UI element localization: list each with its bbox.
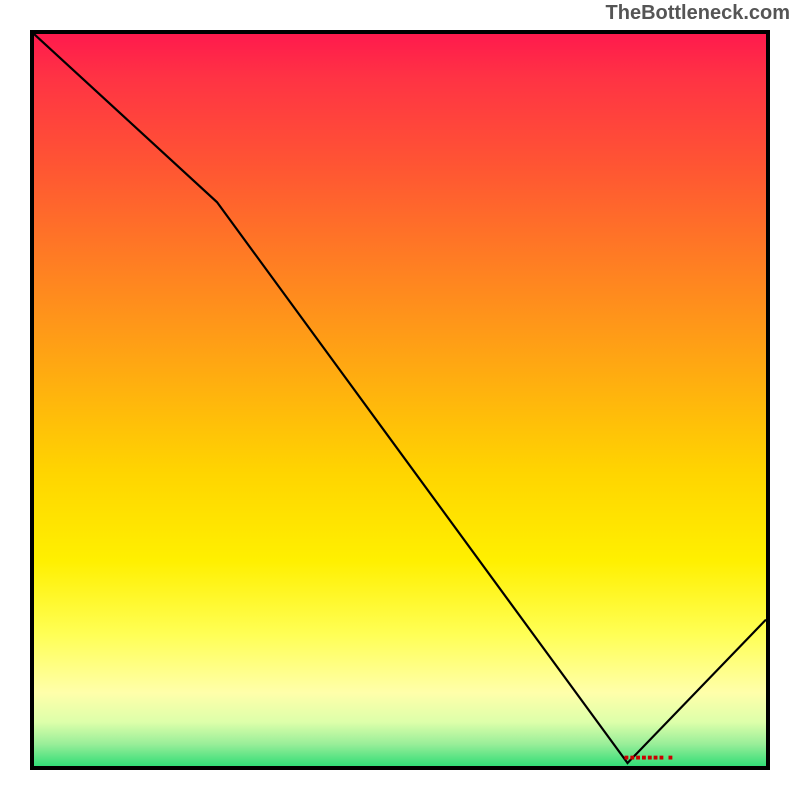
chart-curve: [34, 34, 766, 766]
chart-plot-area: ■■■■■■■ ■: [30, 30, 770, 770]
attribution-text: TheBottleneck.com: [606, 2, 790, 25]
chart-marker-label: ■■■■■■■ ■: [624, 753, 674, 762]
chart-line-path: [34, 34, 766, 763]
